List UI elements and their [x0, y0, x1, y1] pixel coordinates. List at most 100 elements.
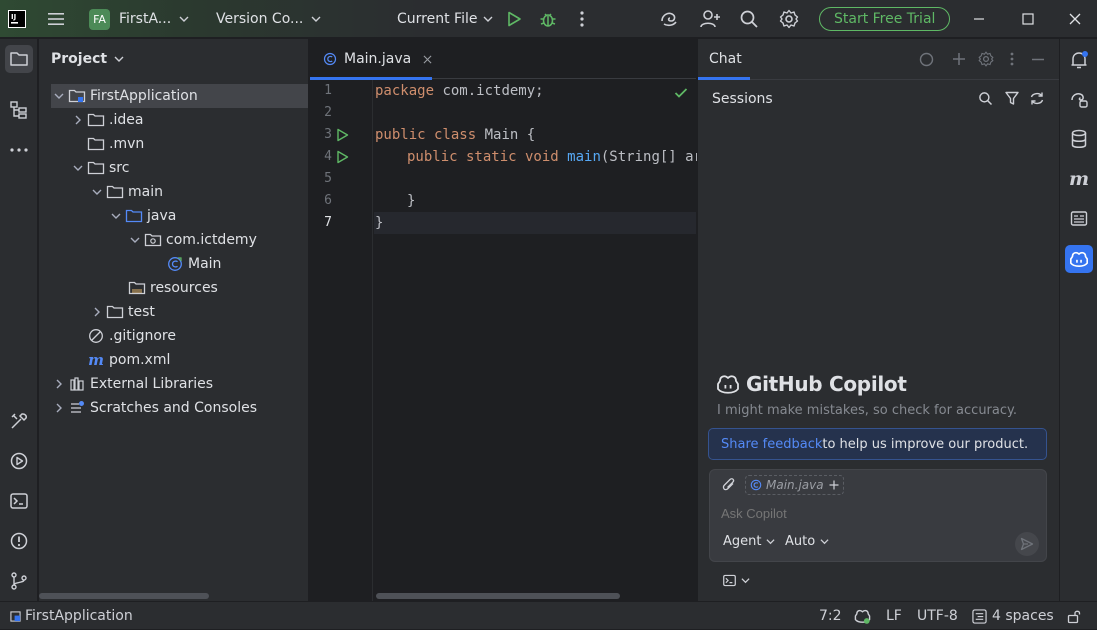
ide-logo-icon[interactable]: IJ — [8, 0, 26, 38]
tree-item-mvn[interactable]: .mvn — [51, 132, 308, 156]
no-problems-check-icon[interactable] — [674, 87, 688, 99]
editor: Main.java 1 2 3 4 5 6 7 package com.ictd… — [310, 39, 710, 601]
minimize-button[interactable] — [973, 0, 985, 38]
search-icon[interactable] — [978, 91, 993, 106]
tree-item-main-class[interactable]: Main — [51, 252, 308, 276]
build-tool-button[interactable] — [5, 407, 33, 435]
folder-icon — [9, 50, 29, 68]
structure-tool-button[interactable] — [5, 96, 33, 124]
line-separator[interactable]: LF — [886, 602, 902, 630]
services-tool-button[interactable] — [5, 447, 33, 475]
ai-assistant-button[interactable] — [659, 0, 679, 38]
run-gutter-icon[interactable] — [336, 128, 349, 142]
editor-horizontal-scrollbar[interactable] — [376, 593, 620, 599]
vcs-selector[interactable]: Version Co... — [216, 0, 321, 38]
chevron-down-icon[interactable] — [89, 180, 105, 204]
model-selector[interactable]: Auto — [785, 534, 829, 549]
project-tool-button[interactable] — [5, 45, 33, 73]
tree-item-test[interactable]: test — [51, 300, 308, 324]
mode-selector[interactable]: Agent — [723, 534, 776, 549]
editor-tab-main-java[interactable]: Main.java — [310, 39, 432, 80]
terminal-context-button[interactable] — [722, 574, 750, 587]
project-panel-header[interactable]: Project — [51, 39, 124, 79]
start-trial-button[interactable]: Start Free Trial — [819, 7, 951, 31]
tree-item-idea[interactable]: .idea — [51, 108, 308, 132]
code-line-1[interactable]: package com.ictdemy; — [375, 80, 544, 102]
filter-icon[interactable] — [1005, 91, 1019, 106]
more-vertical-icon[interactable] — [1008, 51, 1016, 67]
terminal-tool-button[interactable] — [5, 487, 33, 515]
share-feedback-link[interactable]: Share feedback — [721, 437, 822, 452]
run-config-selector[interactable]: Current File — [397, 0, 493, 38]
add-context-icon[interactable] — [829, 480, 839, 490]
new-chat-icon[interactable] — [952, 52, 966, 66]
ai-chat-button[interactable] — [1065, 86, 1093, 114]
code-line-3[interactable]: public class Main { — [375, 124, 535, 146]
file-encoding[interactable]: UTF-8 — [917, 602, 958, 630]
bell-icon — [1069, 50, 1089, 70]
database-button[interactable] — [1065, 125, 1093, 153]
chat-settings-icon[interactable] — [978, 51, 994, 67]
maven-icon: m — [1068, 168, 1090, 190]
copilot-chat-button[interactable] — [1065, 245, 1093, 273]
more-tools-button[interactable] — [5, 136, 33, 164]
chevron-right-icon[interactable] — [51, 396, 67, 420]
project-selector[interactable]: FA FirstA... — [89, 0, 189, 38]
tab-chat[interactable]: Chat — [709, 39, 742, 79]
notifications-button[interactable] — [1065, 46, 1093, 74]
chevron-right-icon[interactable] — [70, 108, 86, 132]
chevron-down-icon[interactable] — [70, 156, 86, 180]
problems-tool-button[interactable] — [5, 527, 33, 555]
run-button[interactable] — [505, 0, 523, 38]
send-button[interactable] — [1015, 532, 1039, 556]
run-gutter-icon[interactable] — [336, 150, 349, 164]
main-menu-icon[interactable] — [46, 0, 66, 38]
maven-icon: m — [88, 351, 104, 369]
chevron-down-icon[interactable] — [51, 84, 67, 108]
breadcrumb[interactable]: FirstApplication — [10, 602, 133, 630]
maven-button[interactable]: m — [1065, 165, 1093, 193]
git-tool-button[interactable] — [5, 567, 33, 595]
more-actions-button[interactable] — [574, 0, 590, 38]
maximize-button[interactable] — [1022, 0, 1034, 38]
code-line-4[interactable]: public static void main(String[] arg — [375, 146, 710, 168]
status-circle-icon[interactable] — [919, 52, 934, 67]
project-panel-title: Project — [51, 51, 108, 67]
tree-item-java[interactable]: java — [51, 204, 308, 228]
chevron-right-icon[interactable] — [89, 300, 105, 324]
tree-item-external-libraries[interactable]: External Libraries — [51, 372, 308, 396]
refresh-icon[interactable] — [1029, 91, 1045, 106]
context-file-chip[interactable]: Main.java — [745, 475, 844, 495]
search-icon — [739, 9, 759, 29]
code-line-6[interactable]: } — [375, 190, 415, 212]
close-button[interactable] — [1069, 0, 1081, 38]
hide-panel-icon[interactable] — [1031, 58, 1045, 61]
tree-item-main-folder[interactable]: main — [51, 180, 308, 204]
close-tab-icon[interactable] — [423, 55, 432, 64]
tree-item-gitignore[interactable]: .gitignore — [51, 324, 308, 348]
tree-item-resources[interactable]: resources — [51, 276, 308, 300]
tree-item-src[interactable]: src — [51, 156, 308, 180]
lock-icon[interactable] — [1067, 602, 1081, 630]
tree-item-firstapplication[interactable]: FirstApplication — [51, 84, 308, 108]
debug-button[interactable] — [538, 0, 558, 38]
tree-item-package[interactable]: com.ictdemy — [51, 228, 308, 252]
settings-button[interactable] — [779, 0, 799, 38]
chevron-down-icon[interactable] — [127, 228, 143, 252]
log-viewer-button[interactable] — [1065, 205, 1093, 233]
add-user-button[interactable] — [699, 0, 721, 38]
copilot-title: GitHub Copilot — [746, 372, 907, 396]
indent-settings[interactable]: 4 spaces — [972, 602, 1054, 630]
code-line-7[interactable]: } — [375, 212, 383, 234]
chevron-down-icon[interactable] — [108, 204, 124, 228]
attach-icon[interactable] — [722, 477, 736, 493]
search-button[interactable] — [739, 0, 759, 38]
tree-item-pom[interactable]: m pom.xml — [51, 348, 308, 372]
left-tool-strip — [0, 39, 38, 601]
cursor-position[interactable]: 7:2 — [819, 602, 842, 630]
chevron-right-icon[interactable] — [51, 372, 67, 396]
ask-copilot-input[interactable] — [721, 503, 1021, 523]
project-horizontal-scrollbar[interactable] — [39, 593, 209, 599]
tree-item-scratches[interactable]: Scratches and Consoles — [51, 396, 308, 420]
copilot-status-icon[interactable] — [854, 602, 871, 630]
